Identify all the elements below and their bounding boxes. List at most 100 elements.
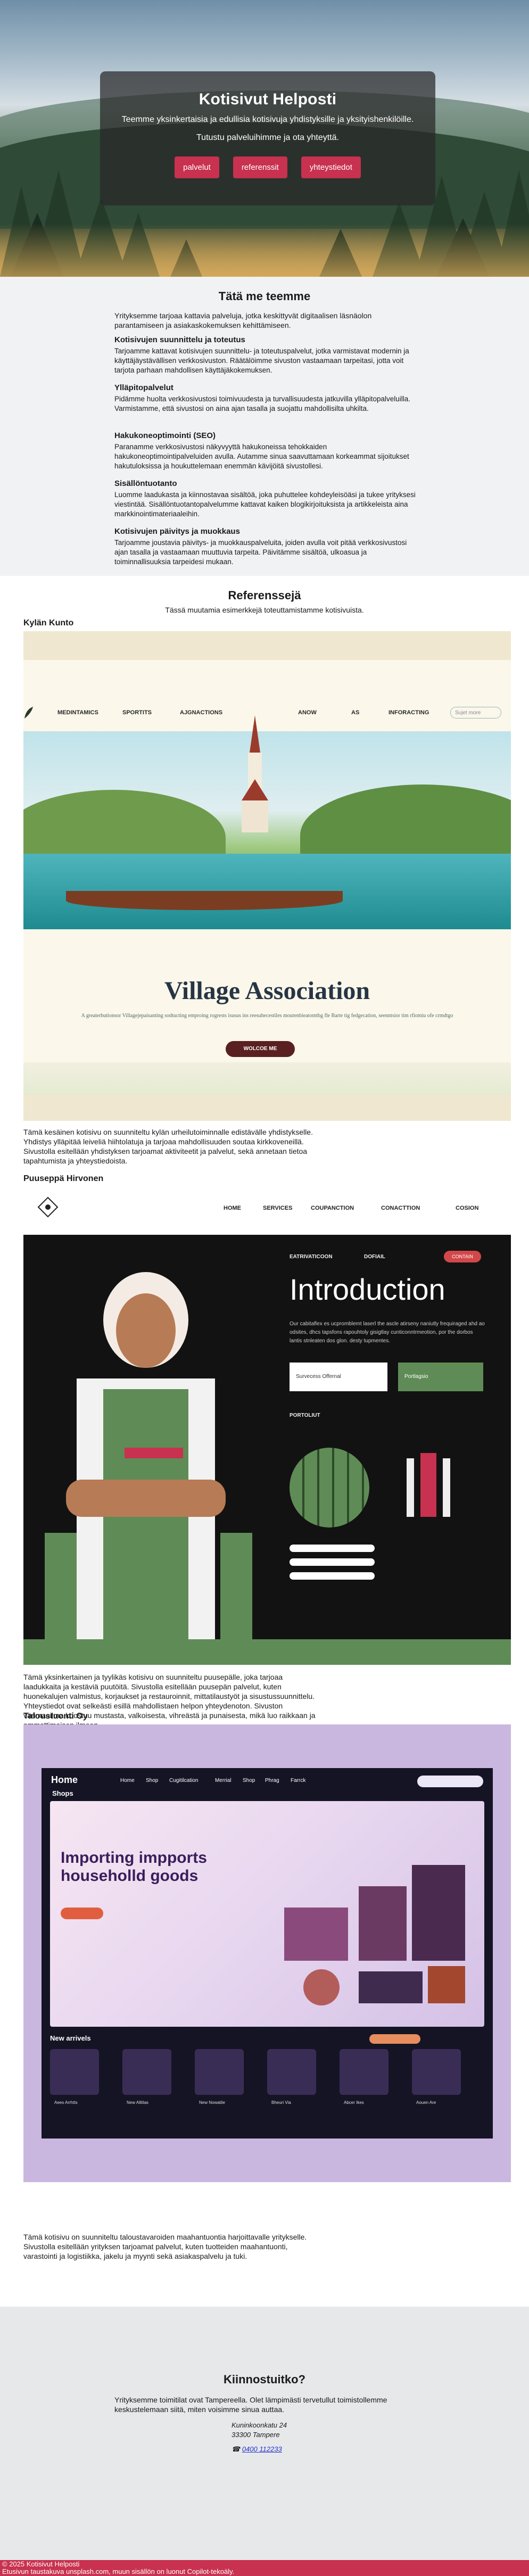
mock-nav-item: Cugitilcation — [169, 1778, 199, 1784]
hero-section: Kotisivut Helposti Teemme yksinkertaisia… — [0, 0, 529, 277]
wood-planks-icon — [407, 1453, 450, 1517]
mock-subnav-item: DOFIAIL — [364, 1254, 385, 1260]
mock-input-portfolio: Portlagsio — [398, 1363, 483, 1391]
mock-nav-item: ANOW — [298, 709, 317, 716]
address-city: 33300 Tampere — [232, 2431, 280, 2439]
address-street: Kuninkoonkatu 24 — [232, 2421, 287, 2429]
diamond-logo-icon — [37, 1196, 59, 1218]
mock-nav-item: Phrag — [265, 1778, 279, 1784]
contact-info: Yrityksemme toimitilat ovat Tampereella.… — [114, 2396, 387, 2414]
services-button[interactable]: palvelut — [175, 156, 219, 178]
mock-body-text: Our cabitaflex es ucpromblemt laserl the… — [290, 1321, 485, 1344]
service-text: Tarjoamme joustavia päivitys- ja muokkau… — [114, 539, 407, 566]
reference-title: Puuseppä Hirvonen — [23, 1174, 104, 1183]
references-button[interactable]: referenssit — [233, 156, 287, 178]
product-caption: Abcer Ikes — [344, 2100, 364, 2105]
service-title: Kotisivujen päivitys ja muokkaus — [114, 527, 240, 536]
reference-screenshot-village: MEDINTAMICS SPORTITS AJGNACTIONS ANOW AS… — [23, 631, 511, 1121]
services-heading: Tätä me teemme — [218, 290, 311, 303]
mock-search-field: Sujet more — [450, 707, 501, 719]
reference-description: Tämä kotisivu on suunniteltu taloustavar… — [23, 2233, 307, 2260]
hero-glow — [0, 224, 529, 277]
footer: © 2025 Kotisivut Helposti Etusivun taust… — [0, 2560, 529, 2576]
service-title: Kotisivujen suunnittelu ja toteutus — [114, 335, 245, 344]
mock-bottom-band — [23, 1094, 511, 1121]
phone-icon: ☎ — [232, 2445, 241, 2453]
service-text: Pidämme huolta verkkosivustosi toimivuud… — [114, 395, 411, 412]
mock-nav-item: Shop — [146, 1778, 159, 1784]
mock-nav-item: Home — [120, 1778, 135, 1784]
mock-shop-window: Home Home Shop Cugitilcation Merrial Sho… — [42, 1768, 493, 2139]
mock-nav-item: Shop — [243, 1778, 255, 1784]
mock-search-field — [417, 1776, 483, 1787]
service-title: Ylläpitopalvelut — [114, 383, 173, 392]
household-goods-illustration — [284, 1865, 465, 2005]
contact-phone: ☎ 0400 112233 — [232, 2445, 282, 2454]
mock-pill — [369, 2034, 420, 2044]
references-subheading: Tässä muutamia esimerkkejä toteuttamista… — [165, 606, 364, 614]
footer-copyright: © 2025 Kotisivut Helposti — [2, 2560, 80, 2568]
mock-footer-band — [23, 1639, 511, 1665]
mock-portfolio-label: PORTOLIUT — [290, 1413, 320, 1418]
mock-logo: Home — [51, 1774, 78, 1785]
mock-nav-item: COSION — [456, 1205, 479, 1211]
hero-tagline-2: Tutustu palveluihimme ja ota yhteyttä. — [196, 133, 339, 142]
services-section: Tätä me teemme Yrityksemme tarjoaa katta… — [0, 277, 529, 576]
mock-cta-button — [61, 1908, 103, 1919]
mock-nav-item: CONACTTION — [381, 1205, 420, 1211]
contact-heading: Kiinnostuitko? — [224, 2373, 305, 2386]
mock-shops-label: Shops — [52, 1789, 73, 1797]
product-tile — [122, 2049, 171, 2095]
product-tile — [267, 2049, 316, 2095]
reference-description: Tämä kesäinen kotisivu on suunniteltu ky… — [23, 1128, 313, 1165]
product-tile — [50, 2049, 99, 2095]
service-text: Luomme laadukasta ja kiinnostavaa sisält… — [114, 491, 416, 518]
service-item: Ylläpitopalvelut Pidämme huolta verkkosi… — [114, 383, 418, 414]
mock-nav-item: SERVICES — [263, 1205, 293, 1211]
mock-input-services: Survecess Offernal — [290, 1363, 387, 1391]
carpenter-illustration — [45, 1272, 252, 1639]
village-lake-illustration — [23, 715, 511, 929]
mock-arrivals-label: New arrivels — [50, 2034, 91, 2042]
mock-nav-item: MEDINTAMICS — [57, 709, 98, 716]
mock-nav-item: SPORTITS — [122, 709, 152, 716]
product-tile — [340, 2049, 389, 2095]
mock-hero-panel: Importing impports householld goods — [50, 1801, 484, 2027]
service-text: Tarjoamme kattavat kotisivujen suunnitte… — [114, 347, 409, 374]
mock-heading: Importing impports householld goods — [61, 1849, 207, 1885]
references-section: Referenssejä Tässä muutamia esimerkkejä … — [0, 576, 529, 2307]
service-text: Paranamme verkkosivustosi näkyvyyttä hak… — [114, 443, 409, 470]
mock-nav-item: AJGNACTIONS — [180, 709, 223, 716]
services-intro: Yrityksemme tarjoaa kattavia palveluja, … — [114, 311, 372, 329]
phone-link[interactable]: 0400 112233 — [242, 2445, 282, 2453]
references-heading: Referenssejä — [228, 589, 301, 602]
mock-nav-item: Merrial — [215, 1778, 232, 1784]
hero-tagline: Teemme yksinkertaisia ja edullisia kotis… — [121, 115, 414, 124]
service-item: Kotisivujen päivitys ja muokkaus Tarjoam… — [114, 527, 418, 567]
reference-title: Taloustuonti Oy — [23, 1712, 88, 1721]
wood-circle-icon — [290, 1448, 369, 1528]
contact-button[interactable]: yhteystiedot — [301, 156, 361, 178]
reference-title: Kylän Kunto — [23, 618, 74, 628]
product-tile — [195, 2049, 244, 2095]
product-tile — [412, 2049, 461, 2095]
contact-address: Kuninkoonkatu 24 33300 Tampere — [232, 2421, 287, 2440]
reference-screenshot-carpenter: HOME SERVICES COUPANCTION CONACTTION COS… — [23, 1187, 511, 1665]
product-caption: Aouen Are — [416, 2100, 436, 2105]
service-item: Sisällöntuotanto Luomme laadukasta ja ki… — [114, 479, 418, 519]
product-caption: Bheuri Via — [271, 2100, 291, 2105]
footer-credits: Etusivun taustakuva unsplash.com, muun s… — [2, 2567, 235, 2575]
hero-card: Kotisivut Helposti Teemme yksinkertaisia… — [100, 71, 435, 205]
service-item: Hakukoneoptimointi (SEO) Paranamme verkk… — [114, 431, 418, 471]
mock-title: Village Association — [164, 977, 370, 1005]
site-title: Kotisivut Helposti — [199, 90, 337, 108]
service-item: Kotisivujen suunnittelu ja toteutus Tarj… — [114, 335, 418, 375]
mock-nav-item: COUPANCTION — [311, 1205, 354, 1211]
church-icon — [242, 715, 268, 832]
service-title: Sisällöntuotanto — [114, 479, 177, 488]
mock-nav-item: INFORACTING — [389, 709, 429, 716]
placeholder-bar — [290, 1558, 375, 1566]
church-boat-icon — [66, 891, 343, 910]
placeholder-bar — [290, 1572, 375, 1580]
reference-screenshot-import: Home Home Shop Cugitilcation Merrial Sho… — [23, 1724, 511, 2182]
